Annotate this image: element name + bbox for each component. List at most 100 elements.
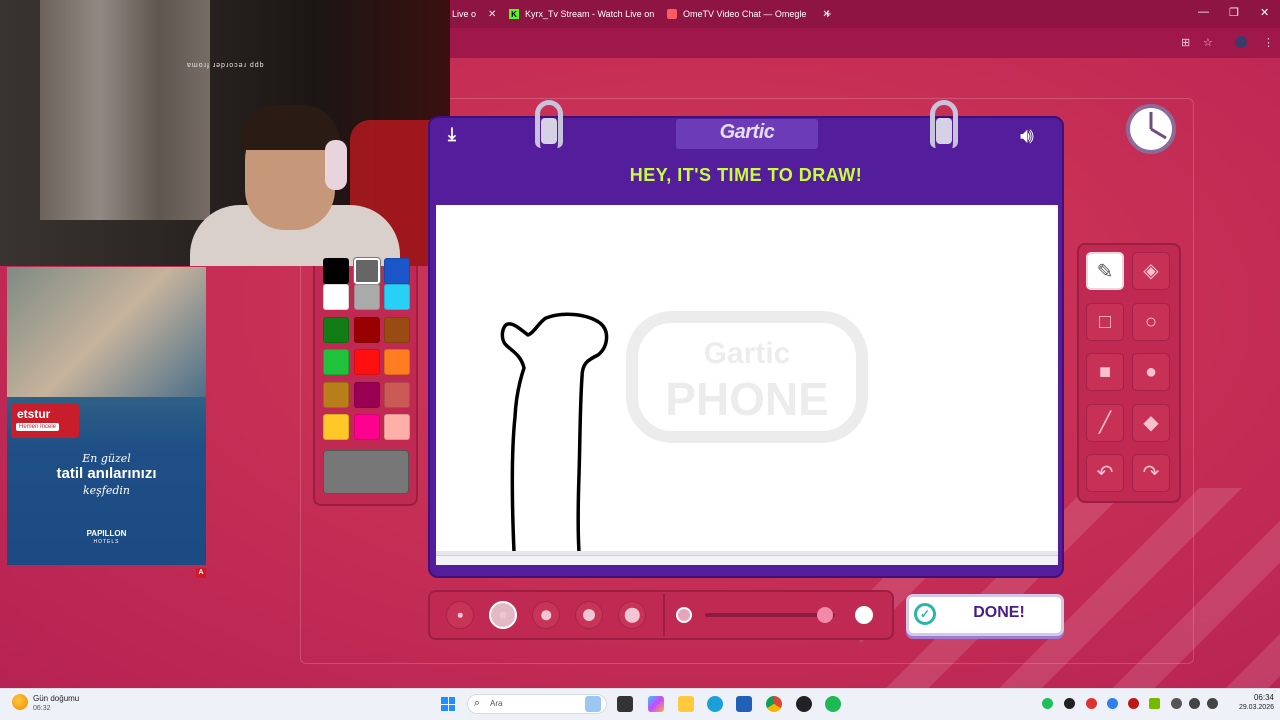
color-swatch[interactable] [353,349,380,376]
copilot-icon[interactable] [648,696,664,712]
tab-live[interactable]: Live o ✕ [452,5,496,23]
new-tab-button[interactable]: + [824,4,832,22]
color-swatch[interactable] [384,316,410,343]
done-label: DONE! [973,604,1025,621]
advertisement[interactable]: etstur Hemen İncele En güzel tatil anıla… [7,267,206,565]
tab-label: Live o [452,9,477,19]
tray-app-icon[interactable] [1042,698,1053,709]
wifi-icon[interactable] [1189,698,1200,709]
kick-icon: K [509,9,519,19]
clip-left-body [541,118,557,144]
nvidia-icon[interactable] [1149,698,1160,709]
ad-cta-button[interactable]: Hemen İncele [16,423,60,431]
brush-size-option[interactable] [446,601,474,629]
mirrored-text: ɐɯoɹɟ ɹǝpɹoɔǝɹ ddb [187,62,265,69]
eraser-tool[interactable]: ◈ [1132,252,1170,290]
color-swatch[interactable] [353,381,380,408]
star-icon[interactable]: ☆ [1203,36,1213,49]
rectangle-tool[interactable]: □ [1086,302,1124,341]
color-swatch[interactable] [384,381,410,408]
color-swatch[interactable] [323,414,349,441]
close-window-button[interactable]: ✕ [1260,6,1269,19]
menu-icon[interactable]: ⋮ [1263,36,1274,49]
lighthouse-icon[interactable] [585,696,601,712]
clip-right-body [936,118,952,144]
color-swatch[interactable] [353,316,380,343]
color-swatch[interactable] [353,414,380,441]
brush-size-option[interactable] [618,601,646,629]
sound-icon[interactable]: 🔊︎ [1020,123,1034,149]
color-palette [313,258,418,506]
brush-size-option[interactable] [575,601,603,629]
ad-advertiser: PAPILLON [86,529,127,538]
brush-size-dot [541,610,551,620]
search-icon: ⌕ [474,697,481,709]
chrome-icon[interactable] [766,696,782,712]
tray-app-icon[interactable] [1086,698,1097,709]
tray-app-icon[interactable] [1128,698,1139,709]
color-swatch[interactable] [323,381,349,408]
weather-icon[interactable] [12,694,28,710]
color-swatch[interactable] [323,316,349,343]
search-placeholder: Ara [490,699,503,708]
color-swatch[interactable] [353,284,380,310]
timer-icon [1126,104,1176,154]
weather-title: Gün doğumu [33,694,80,703]
drawing-canvas[interactable]: Gartic PHONE [436,205,1058,555]
fill-tool[interactable]: ◆ [1132,403,1170,442]
brush-size-option[interactable] [532,601,560,629]
etstur-logo[interactable]: etstur Hemen İncele [11,404,79,438]
volume-icon[interactable] [1207,698,1218,709]
clock-time[interactable]: 06:34 [1244,693,1274,702]
store-icon[interactable] [736,696,752,712]
timer-face [1132,110,1170,148]
download-icon[interactable]: ⤓ [448,124,456,145]
ad-photo [7,267,206,397]
tray-app-icon[interactable] [1064,698,1075,709]
color-swatch[interactable] [353,258,380,284]
clock-date[interactable]: 29.03.2026 [1220,704,1274,711]
weather-subtitle: 06:32 [33,705,51,712]
pencil-tool[interactable]: ✎ [1086,252,1124,290]
task-view-icon[interactable] [617,696,633,712]
webcam-overlay: ɐɯoɹɟ ɹǝpɹoɔǝɹ ddb [0,0,450,266]
line-tool[interactable]: ╱ [1086,403,1124,442]
drawing-outline [500,312,609,554]
ellipse-tool[interactable]: ○ [1132,302,1170,341]
close-icon[interactable]: ✕ [488,9,496,20]
color-swatch[interactable] [384,414,410,441]
brush-size-option[interactable] [489,601,517,629]
ad-line-2: tatil anılarınızı [56,465,157,482]
filled-ellipse-tool[interactable]: ● [1132,353,1170,391]
color-swatch[interactable] [384,258,410,284]
spotify-icon[interactable] [825,696,841,712]
redo-tool[interactable]: ↷ [1132,454,1170,492]
mic-icon[interactable] [1171,698,1182,709]
opacity-slider-handle[interactable] [816,607,833,623]
color-swatch[interactable] [323,284,349,310]
tab-kick-stream[interactable]: K Kyrx_Tv Stream - Watch Live on ✕ [509,5,675,23]
brush-size-dot [457,612,463,618]
tray-app-icon[interactable] [1107,698,1118,709]
color-swatch[interactable] [323,349,349,376]
color-swatch[interactable] [323,258,349,284]
minimize-button[interactable]: — [1198,6,1209,18]
opacity-slider[interactable] [705,613,835,617]
translate-icon[interactable]: ⊞ [1181,36,1190,49]
windows-start-icon[interactable] [441,697,455,711]
current-color [323,450,409,494]
color-swatch[interactable] [384,284,410,310]
undo-tool[interactable]: ↶ [1086,454,1124,492]
edge-icon[interactable] [707,696,723,712]
watermark-top: Gartic [704,337,791,370]
maximize-button[interactable]: ❐ [1229,6,1239,19]
obs-icon[interactable] [796,696,812,712]
tab-label: Kyrx_Tv Stream - Watch Live on [525,9,655,19]
brush-size-dot [583,609,595,621]
ad-choice-badge[interactable]: A [196,568,206,578]
file-explorer-icon[interactable] [678,696,694,712]
tab-ometv[interactable]: OmeTV Video Chat — Omegle ✕ [667,5,831,23]
color-swatch[interactable] [384,349,410,376]
filled-rectangle-tool[interactable]: ■ [1086,353,1124,391]
profile-avatar[interactable] [1235,36,1247,48]
